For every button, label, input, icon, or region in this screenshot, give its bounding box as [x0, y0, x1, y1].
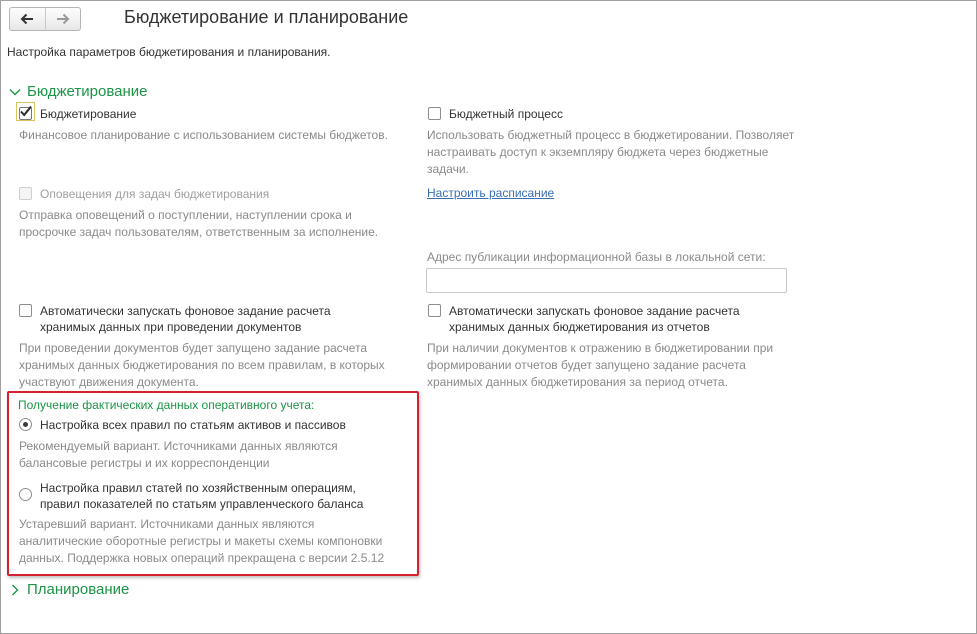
budget-process-hint: Использовать бюджетный процесс в бюджети…	[427, 127, 794, 178]
group-planning-header[interactable]: Планирование	[9, 581, 129, 598]
back-button[interactable]	[10, 8, 45, 30]
arrow-right-icon	[56, 13, 70, 25]
actuals-option2-label: Настройка правил статей по хозяйственным…	[40, 480, 363, 512]
actuals-section-title: Получение фактических данных оперативног…	[18, 398, 315, 412]
budget-process-checkbox-row[interactable]: Бюджетный процесс	[428, 106, 563, 122]
label-line: Автоматически запускать фоновое задание …	[449, 304, 740, 318]
hint-line: данных. Поддержка новых операций прекращ…	[19, 551, 385, 565]
label-line: правил показателей по статьям управленче…	[40, 497, 364, 511]
checkmark-icon	[20, 105, 32, 117]
actuals-option1-hint: Рекомендуемый вариант. Источниками данны…	[19, 438, 338, 472]
page-subtitle: Настройка параметров бюджетирования и пл…	[7, 45, 331, 59]
notifications-label: Оповещения для задач бюджетирования	[40, 187, 270, 201]
hint-line: балансовые регистры и их корреспонденции	[19, 456, 270, 470]
budget-process-label: Бюджетный процесс	[449, 107, 563, 121]
hint-line: Рекомендуемый вариант. Источниками данны…	[19, 439, 338, 453]
group-planning-title: Планирование	[27, 581, 130, 598]
auto-reports-hint: При наличии документов к отражению в бюд…	[427, 340, 773, 391]
hint-line: аналитические оборотные регистры и макет…	[19, 534, 383, 548]
hint-line: просрочке задач пользователям, ответстве…	[19, 225, 379, 239]
label-line: хранимых данных бюджетирования из отчето…	[449, 320, 710, 334]
hint-line: настраивать доступ к экземпляру бюджета …	[427, 145, 769, 159]
forward-button[interactable]	[44, 8, 81, 30]
budgeting-checkbox[interactable]	[19, 105, 32, 120]
auto-post-checkbox[interactable]	[19, 304, 32, 317]
group-budgeting-header[interactable]: Бюджетирование	[9, 83, 147, 100]
auto-post-checkbox-row[interactable]: Автоматически запускать фоновое задание …	[19, 303, 331, 335]
label-line: Автоматически запускать фоновое задание …	[40, 304, 331, 318]
hint-line: Устаревший вариант. Источниками данных я…	[19, 517, 315, 531]
budgeting-checkbox-row[interactable]: Бюджетирование	[19, 105, 137, 122]
actuals-option2-hint: Устаревший вариант. Источниками данных я…	[19, 516, 384, 567]
publication-address-input[interactable]	[426, 268, 787, 293]
page-title: Бюджетирование и планирование	[124, 7, 409, 27]
notifications-checkbox-row[interactable]: Оповещения для задач бюджетирования	[19, 186, 269, 202]
hint-line: хранимых данных бюджетирования за период…	[427, 375, 728, 389]
navigation-buttons	[9, 7, 81, 31]
actuals-option1-radio[interactable]	[19, 418, 32, 431]
hint-line: задачи.	[427, 162, 469, 176]
notifications-hint: Отправка оповещений о поступлении, насту…	[19, 207, 378, 241]
publication-address-label: Адрес публикации информационной базы в л…	[427, 250, 766, 264]
radio-dot	[23, 422, 28, 427]
label-line: хранимых данных при проведении документо…	[40, 320, 302, 334]
hint-line: При проведении документов будет запущено…	[19, 341, 368, 355]
hint-line: Отправка оповещений о поступлении, насту…	[19, 208, 352, 222]
chevron-right-icon	[12, 584, 19, 595]
chevron-down-icon	[9, 88, 21, 95]
configure-schedule-link[interactable]: Настроить расписание	[427, 186, 554, 200]
budgeting-hint: Финансовое планирование с использованием…	[19, 128, 388, 142]
auto-reports-checkbox-row[interactable]: Автоматически запускать фоновое задание …	[428, 303, 740, 335]
auto-reports-checkbox[interactable]	[428, 304, 441, 317]
actuals-option1-label: Настройка всех правил по статьям активов…	[40, 418, 346, 432]
label-line: Настройка правил статей по хозяйственным…	[40, 481, 356, 495]
arrow-left-icon	[20, 13, 34, 25]
auto-reports-label: Автоматически запускать фоновое задание …	[449, 303, 740, 335]
auto-post-label: Автоматически запускать фоновое задание …	[40, 303, 331, 335]
notifications-checkbox[interactable]	[19, 187, 32, 200]
hint-line: формировании отчетов будет запущено зада…	[427, 358, 746, 372]
hint-line: При наличии документов к отражению в бюд…	[427, 341, 774, 355]
actuals-option1-row[interactable]: Настройка всех правил по статьям активов…	[19, 417, 346, 433]
group-budgeting-title: Бюджетирование	[27, 83, 148, 100]
hint-line: Использовать бюджетный процесс в бюджети…	[427, 128, 795, 142]
actuals-option2-row[interactable]: Настройка правил статей по хозяйственным…	[19, 480, 363, 512]
hint-line: участвуют движения документа.	[19, 375, 199, 389]
auto-post-hint: При проведении документов будет запущено…	[19, 340, 385, 391]
budgeting-label: Бюджетирование	[40, 107, 137, 121]
hint-line: хранимых данных бюджетирования по всем п…	[19, 358, 385, 372]
actuals-option2-radio[interactable]	[19, 488, 32, 501]
budget-process-checkbox[interactable]	[428, 107, 441, 120]
